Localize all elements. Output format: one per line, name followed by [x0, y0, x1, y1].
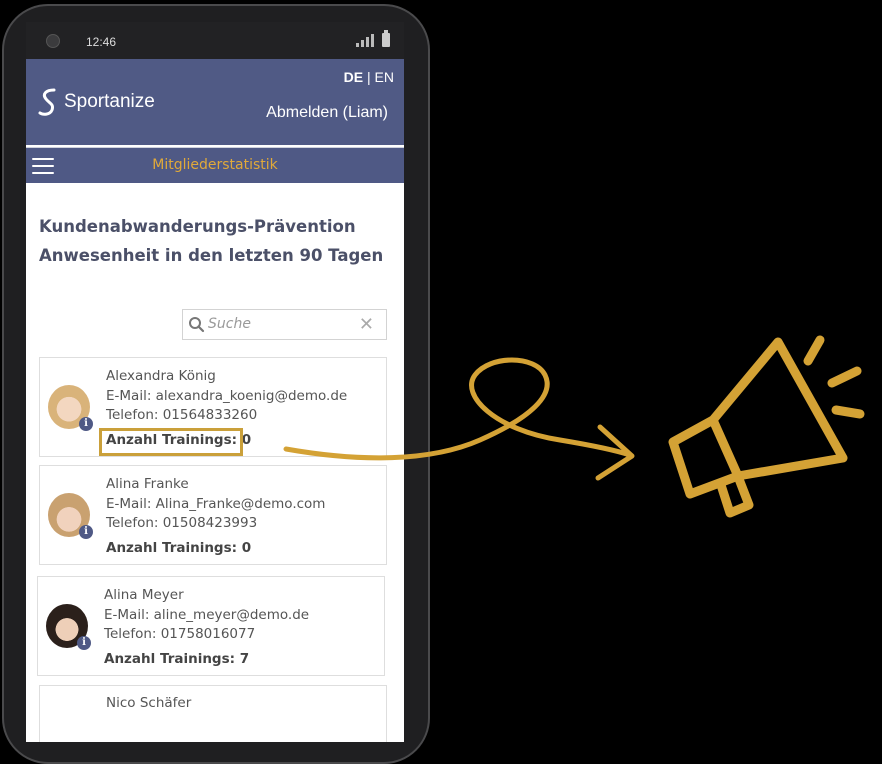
promo-graphic	[283, 335, 865, 518]
curly-arrow-icon	[283, 357, 635, 481]
megaphone-icon	[668, 335, 865, 518]
